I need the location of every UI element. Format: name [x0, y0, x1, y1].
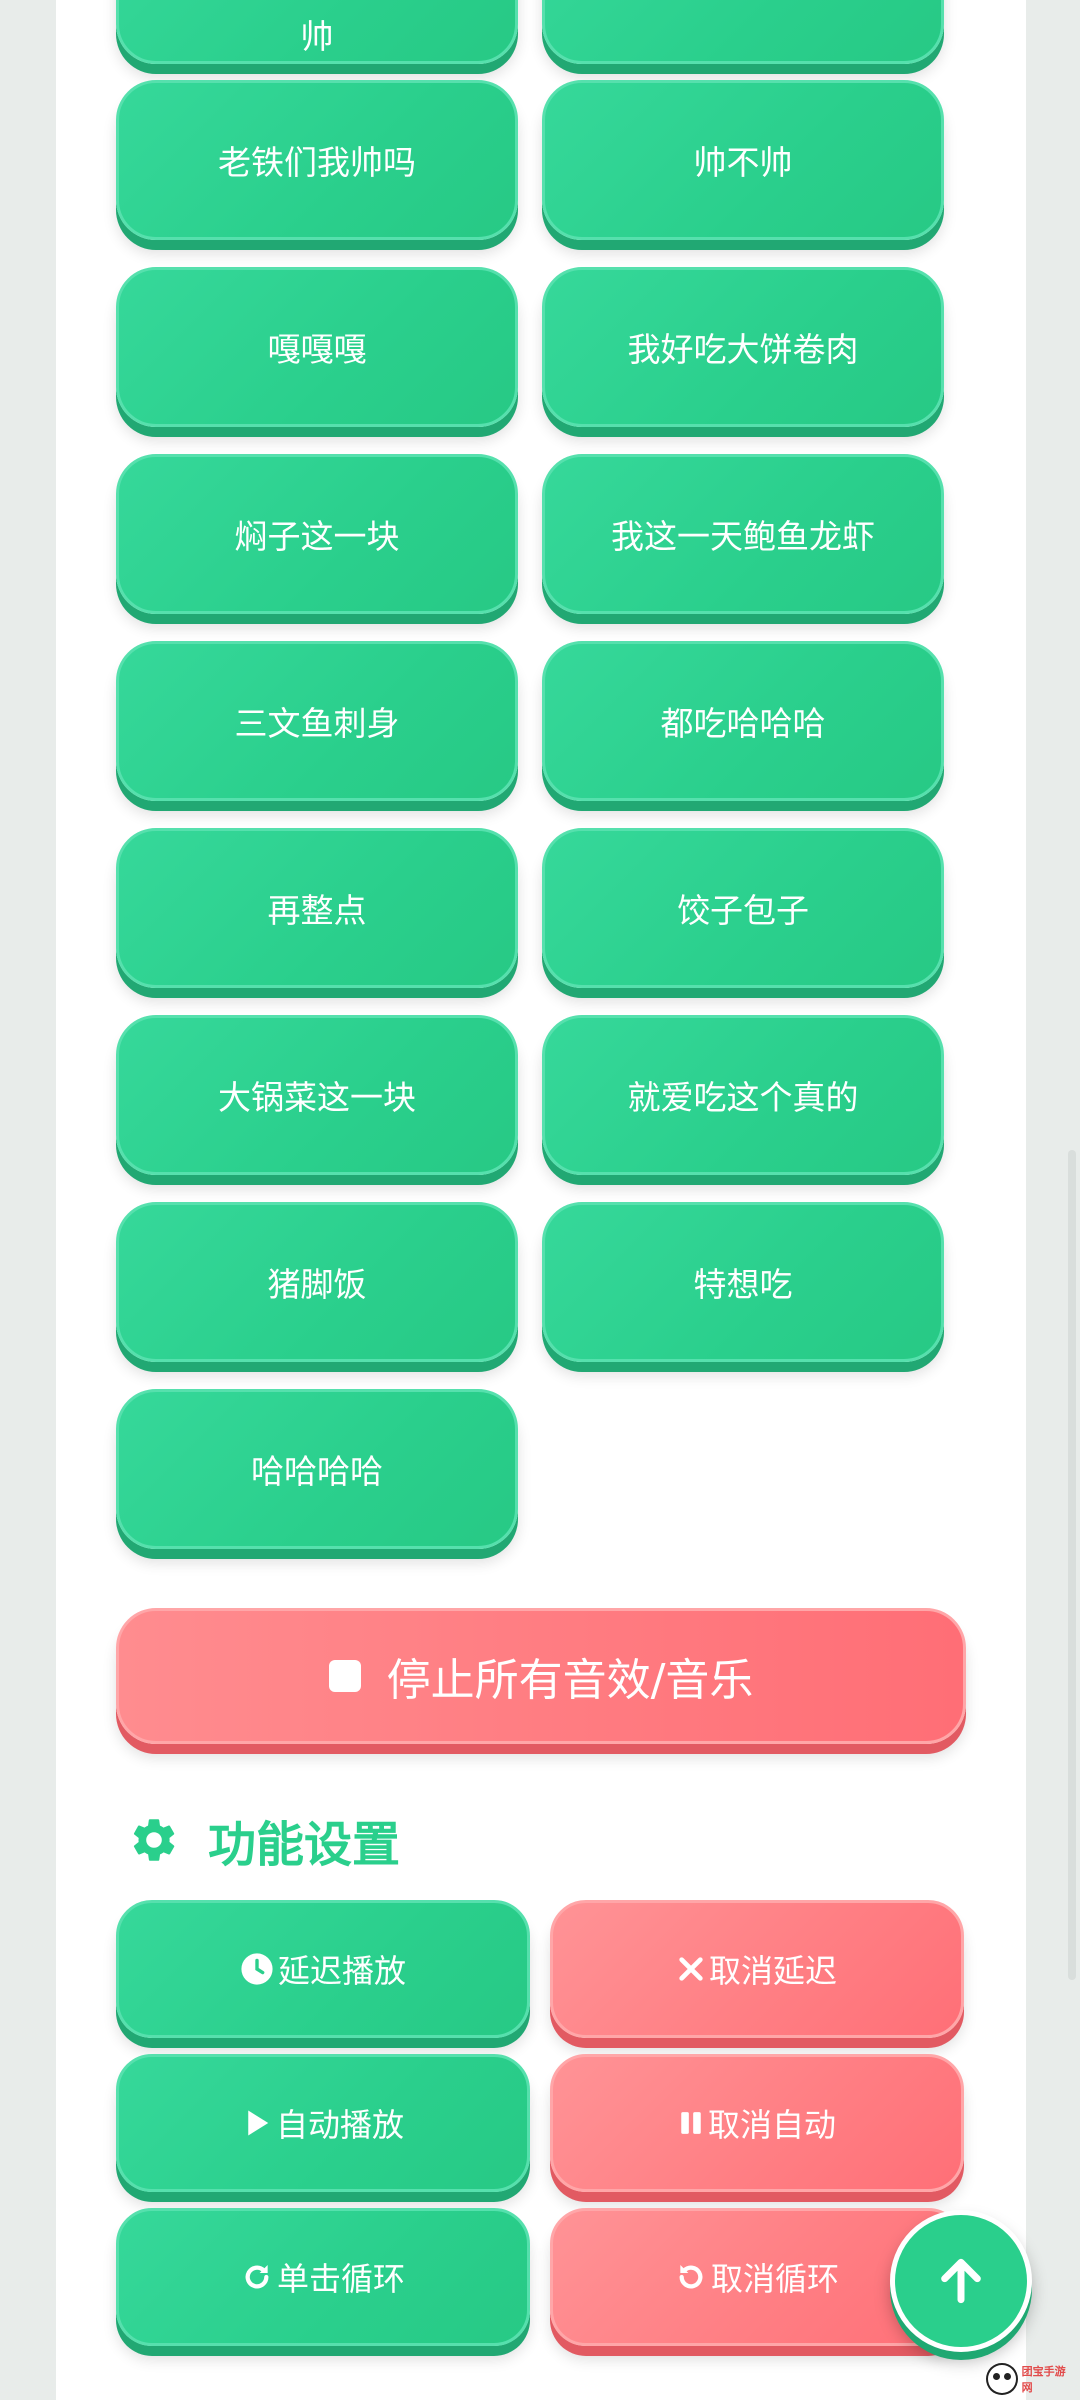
redo-icon	[245, 2265, 269, 2289]
single-loop-button[interactable]: 单击循环	[116, 2208, 530, 2346]
scrollbar[interactable]	[1068, 1150, 1076, 1980]
sound-button[interactable]: 猪脚饭	[116, 1202, 518, 1362]
cancel-loop-label: 取消循环	[710, 2260, 839, 2298]
sound-button[interactable]: 哈哈哈哈	[116, 1389, 518, 1549]
sound-button[interactable]: 大锅菜这一块	[116, 1015, 518, 1175]
sound-button-label: 就爱吃这个真的	[627, 1078, 859, 1117]
stop-all-button[interactable]: 停止所有音效/音乐	[116, 1608, 966, 1744]
sound-button[interactable]: 老铁们我帅吗	[116, 80, 518, 240]
sound-button-label: 帅不帅	[693, 143, 793, 182]
sound-button[interactable]: 再整点	[116, 828, 518, 988]
play-icon	[248, 2110, 269, 2136]
close-icon	[679, 1957, 703, 1981]
pause-icon	[681, 2112, 701, 2134]
sound-button-label: 特想吃	[693, 1265, 793, 1304]
sound-button[interactable]: 帅不帅	[542, 80, 944, 240]
sound-button-label: 哈哈哈哈	[251, 1452, 383, 1491]
sound-button[interactable]: 三文鱼刺身	[116, 641, 518, 801]
sound-button[interactable]: 我好吃大饼卷肉	[542, 267, 944, 427]
sound-button-label: 大锅菜这一块	[218, 1078, 416, 1117]
delay-play-button[interactable]: 延迟播放	[116, 1900, 530, 2038]
sound-button[interactable]: 都吃哈哈哈	[542, 641, 944, 801]
clock-icon	[241, 1953, 273, 1985]
undo-icon	[679, 2265, 703, 2289]
arrow-up-icon	[941, 2258, 981, 2304]
section-title-label: 功能设置	[208, 1817, 401, 1873]
auto-play-label: 自动播放	[275, 2106, 404, 2144]
sound-button[interactable]	[542, 0, 944, 64]
sound-button-label: 都吃哈哈哈	[660, 704, 826, 743]
sound-button[interactable]: 饺子包子	[542, 828, 944, 988]
delay-play-label: 延迟播放	[277, 1952, 406, 1990]
cancel-auto-button[interactable]: 取消自动	[550, 2054, 964, 2192]
sound-button-label: 嘎嘎嘎	[267, 330, 367, 369]
single-loop-label: 单击循环	[276, 2260, 405, 2298]
sound-button[interactable]: 特想吃	[542, 1202, 944, 1362]
sound-button-label: 焖子这一块	[234, 517, 400, 556]
auto-play-button[interactable]: 自动播放	[116, 2054, 530, 2192]
watermark: 团宝手游网	[986, 2362, 1076, 2396]
sound-button-label: 老铁们我帅吗	[218, 143, 416, 182]
sound-button-label: 饺子包子	[677, 891, 809, 930]
sound-button-label: 我好吃大饼卷肉	[627, 330, 859, 369]
gear-icon	[133, 1819, 175, 1861]
watermark-text: 团宝手游网	[1021, 2365, 1066, 2394]
cancel-delay-button[interactable]: 取消延迟	[550, 1900, 964, 2038]
cancel-delay-label: 取消延迟	[708, 1952, 837, 1990]
sound-button-label: 三文鱼刺身	[234, 704, 400, 743]
section-title: 功能设置	[128, 1808, 401, 1873]
sound-button-label: 猪脚饭	[267, 1265, 367, 1304]
sound-button[interactable]: 焖子这一块	[116, 454, 518, 614]
cancel-auto-label: 取消自动	[707, 2106, 836, 2144]
sound-button[interactable]: 我这一天鲍鱼龙虾	[542, 454, 944, 614]
sound-button[interactable]: 就爱吃这个真的	[542, 1015, 944, 1175]
stop-square-icon	[328, 1660, 361, 1692]
panda-logo-icon	[986, 2363, 1018, 2395]
sound-button[interactable]: 帅	[116, 0, 518, 64]
sound-button-label: 再整点	[267, 891, 367, 930]
sound-button[interactable]: 嘎嘎嘎	[116, 267, 518, 427]
sound-button-label: 我这一天鲍鱼龙虾	[611, 517, 875, 556]
stop-all-label: 停止所有音效/音乐	[386, 1655, 754, 1706]
sound-button-label: 帅	[300, 17, 334, 56]
scroll-top-button[interactable]	[890, 2210, 1032, 2352]
